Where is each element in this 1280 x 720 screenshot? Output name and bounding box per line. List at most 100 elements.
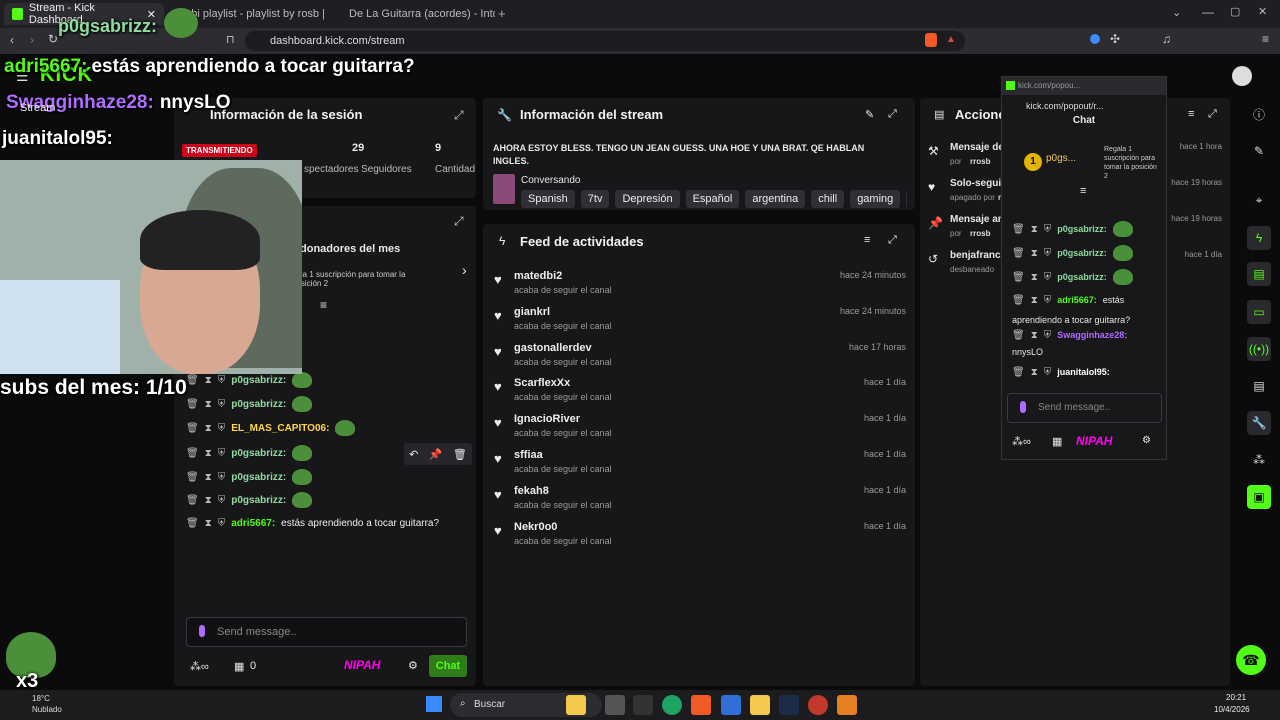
feed-username[interactable]: matedbi2 [514, 270, 562, 282]
back-icon[interactable]: ‹ [10, 33, 14, 47]
chat-send-button[interactable]: Chat [429, 655, 467, 677]
stack-icon[interactable]: ▤ [1247, 374, 1271, 398]
tag-chip[interactable]: gaming [850, 190, 901, 208]
emote-icon[interactable] [199, 625, 205, 637]
weather-temp[interactable]: 18°C [32, 694, 50, 703]
shield-app-icon[interactable] [837, 695, 857, 715]
emote-icon[interactable] [1020, 401, 1026, 413]
chat-message[interactable]: 🗑 ⧗ ⛨ adri5667: estás aprendiendo a tocar gu… [186, 513, 439, 533]
trash-icon[interactable]: 🗑 [1012, 367, 1025, 378]
popout-chat-message[interactable]: 🗑 ⧗ ⛨ Swagginhaze28: [1012, 326, 1127, 344]
action-user[interactable]: rrosb [970, 157, 990, 166]
expand-icon[interactable]: ⤢ [1208, 108, 1217, 121]
feed-username[interactable]: gastonallerdev [514, 342, 592, 354]
hourglass-icon[interactable]: ⧗ [205, 375, 212, 386]
tag-chip[interactable]: 7tv [580, 190, 610, 208]
broadcast-icon[interactable]: ((•)) [1247, 337, 1271, 361]
minimize-icon[interactable]: — [1202, 5, 1214, 19]
menu-icon[interactable]: ≡ [1262, 32, 1269, 46]
trash-icon[interactable]: 🗑 [186, 495, 199, 506]
hourglass-icon[interactable]: ⧗ [1031, 272, 1038, 283]
trash-icon[interactable]: 🗑 [1012, 330, 1025, 341]
feed-username[interactable]: IgnacioRiver [514, 413, 580, 425]
chat-username[interactable]: p0gsabrizz: [231, 375, 286, 386]
hourglass-icon[interactable]: ⧗ [205, 518, 212, 529]
hourglass-icon[interactable]: ⧗ [1031, 367, 1038, 378]
chat-username[interactable]: p0gsabrizz: [231, 448, 286, 459]
popout-chat-message[interactable]: 🗑 ⧗ ⛨ adri5667: estás [1012, 291, 1124, 309]
tag-chip[interactable]: chill [811, 190, 845, 208]
feed-username[interactable]: ScarflexXx [514, 377, 570, 389]
tab-guitarra[interactable]: De La Guitarra (acordes) - Intoxicado [335, 3, 495, 25]
reply-icon[interactable]: ↶ [409, 448, 418, 461]
target-icon[interactable]: ⌖ [1247, 188, 1271, 212]
hourglass-icon[interactable]: ⧗ [1031, 224, 1038, 235]
app-icon[interactable] [566, 695, 586, 715]
filter-icon[interactable]: ≡ [864, 234, 870, 246]
steam-icon[interactable] [779, 695, 799, 715]
maximize-icon[interactable]: ▢ [1230, 5, 1240, 18]
kick-app-icon[interactable]: ▣ [1247, 485, 1271, 509]
rewards-icon[interactable]: ▲ [946, 34, 956, 45]
store-icon[interactable] [721, 695, 741, 715]
popout-chat-input[interactable]: Send message.. [1007, 393, 1162, 423]
music-icon[interactable]: ♫ [1162, 32, 1171, 46]
feed-item[interactable]: ♥ matedbi2 acaba de seguir el canal hace 24… [494, 270, 906, 306]
trash-icon[interactable]: 🗑 [186, 399, 199, 410]
clock-time[interactable]: 20:21 [1226, 693, 1246, 702]
tag-chip[interactable]: Depresión [615, 190, 680, 208]
trash-icon[interactable]: 🗑 [1012, 224, 1025, 235]
filter-icon[interactable]: ≡ [1080, 185, 1086, 197]
feed-username[interactable]: giankrl [514, 306, 550, 318]
trash-icon[interactable]: 🗑 [1012, 272, 1025, 283]
task-view-icon[interactable] [605, 695, 625, 715]
trash-icon[interactable]: 🗑 [186, 423, 199, 434]
chat-username[interactable]: p0gsabrizz: [231, 472, 286, 483]
hourglass-icon[interactable]: ⧗ [1031, 330, 1038, 341]
feed-item[interactable]: ♥ IgnacioRiver acaba de seguir el canal hac… [494, 413, 906, 449]
new-tab-icon[interactable]: + [498, 6, 506, 21]
tag-chip[interactable]: argentina [745, 190, 806, 208]
hourglass-icon[interactable]: ⧗ [205, 423, 212, 434]
popout-username[interactable]: juanitalol95: [1057, 367, 1110, 377]
feed-item[interactable]: ♥ gastonallerdev acaba de seguir el canal h… [494, 342, 906, 378]
windows-start-icon[interactable] [426, 696, 442, 712]
expand-icon[interactable]: ⤢ [454, 214, 464, 229]
support-button[interactable]: ☎ [1236, 645, 1266, 675]
bookmark-icon[interactable]: ⊓ [226, 33, 235, 46]
trash-icon[interactable]: 🗑 [453, 448, 467, 461]
gift-icon[interactable]: ▦ [1052, 435, 1062, 448]
feed-username[interactable]: sffiaa [514, 449, 543, 461]
points-icon[interactable]: ⁂∞ [1012, 435, 1031, 448]
chat-username[interactable]: EL_MAS_CAPITO06: [231, 423, 329, 434]
popout-username[interactable]: Swagginhaze28: [1057, 330, 1127, 340]
chat-username[interactable]: p0gsabrizz: [231, 399, 286, 410]
trash-icon[interactable]: 🗑 [186, 375, 199, 386]
chevron-down-icon[interactable]: ⌄ [1172, 6, 1181, 19]
folder-icon[interactable] [750, 695, 770, 715]
close-window-icon[interactable]: ✕ [1258, 5, 1267, 18]
points-icon[interactable]: ⁂∞ [190, 660, 209, 673]
wrench-sidebar-icon[interactable]: 🔧 [1247, 411, 1271, 435]
extension-icon[interactable] [1090, 34, 1100, 44]
hourglass-icon[interactable]: ⧗ [205, 448, 212, 459]
weather-desc[interactable]: Nublado [32, 705, 62, 714]
chat-message[interactable]: 🗑 ⧗ ⛨ p0gsabrizz: [186, 394, 313, 414]
trash-icon[interactable]: 🗑 [1012, 248, 1025, 259]
puzzle-icon[interactable]: ✣ [1110, 32, 1120, 46]
trash-icon[interactable]: 🗑 [186, 448, 199, 459]
gift-icon[interactable]: ▦ [234, 660, 244, 673]
pin-icon[interactable]: 📌 [429, 448, 443, 461]
feed-item[interactable]: ♥ sffiaa acaba de seguir el canal hace 1 dí… [494, 449, 906, 485]
chat-message[interactable]: 🗑 ⧗ ⛨ p0gsabrizz: [186, 443, 313, 463]
chat-username[interactable]: p0gsabrizz: [231, 495, 286, 506]
feed-username[interactable]: Nekr0o0 [514, 521, 557, 533]
expand-icon[interactable]: ⤢ [888, 234, 897, 247]
bolt-sidebar-icon[interactable]: ϟ [1247, 226, 1271, 250]
stream-menu-label[interactable]: Stream [20, 102, 55, 114]
feed-item[interactable]: ♥ fekah8 acaba de seguir el canal hace 1 dí… [494, 485, 906, 521]
feed-item[interactable]: ♥ giankrl acaba de seguir el canal hace 24 … [494, 306, 906, 342]
reload-icon[interactable]: ↻ [48, 32, 58, 46]
trash-icon[interactable]: 🗑 [186, 472, 199, 483]
gear-icon[interactable]: ⚙ [1142, 435, 1151, 446]
